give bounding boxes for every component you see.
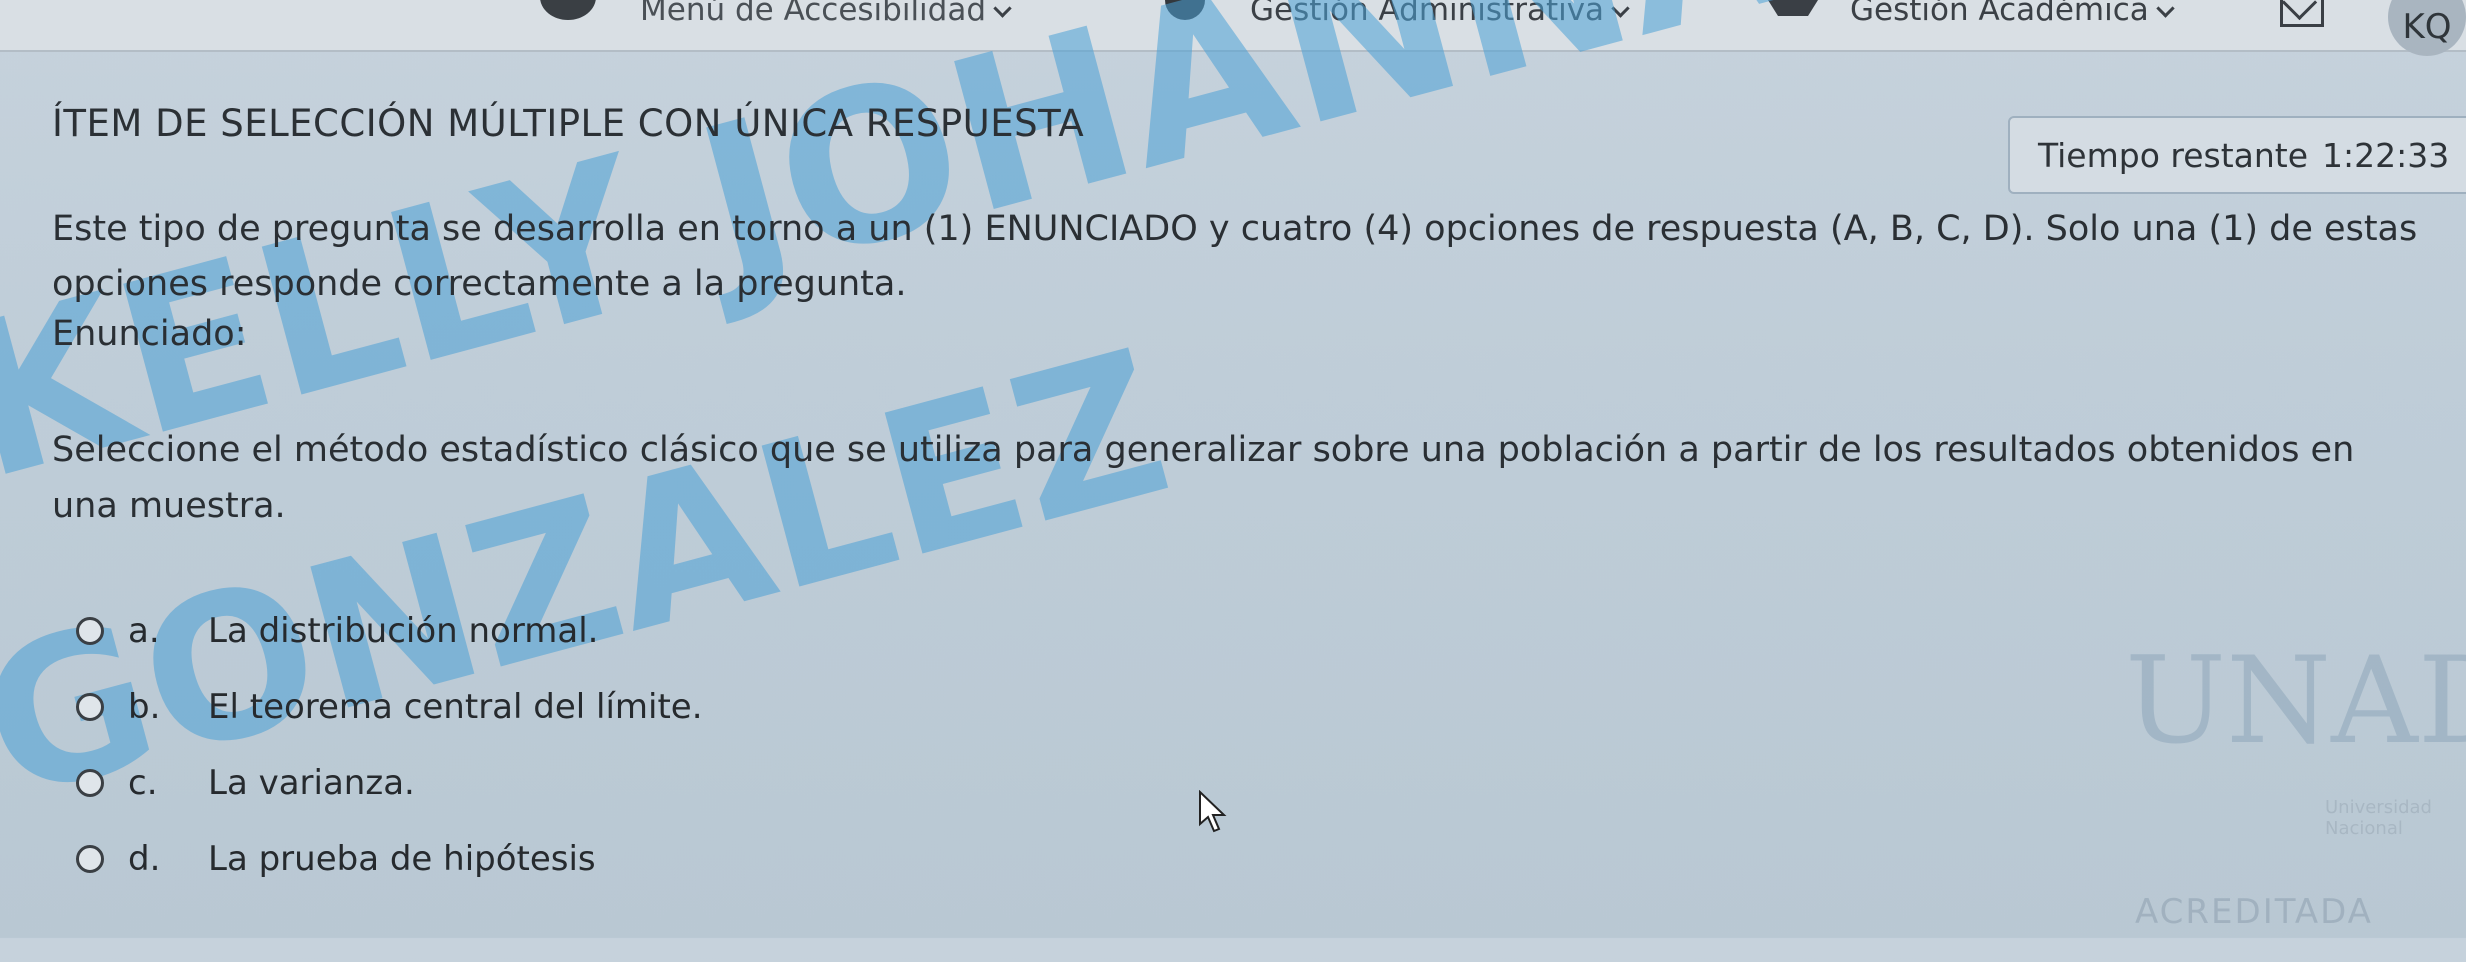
mouse-cursor-icon bbox=[1199, 790, 1227, 833]
user-avatar[interactable]: KQ bbox=[2388, 0, 2466, 56]
unad-logo-subtitle: Universidad Nacional bbox=[2325, 797, 2432, 839]
messages-icon[interactable] bbox=[2280, 0, 2324, 27]
academic-menu[interactable]: Gestión Académica bbox=[1850, 0, 2175, 28]
site-logo-icon[interactable] bbox=[540, 0, 596, 20]
option-letter: b. bbox=[128, 687, 161, 727]
accessibility-menu-label: Menú de Accesibilidad bbox=[640, 0, 987, 28]
accessibility-menu[interactable]: Menú de Accesibilidad bbox=[640, 0, 1012, 28]
instructions-text: Este tipo de pregunta se desarrolla en t… bbox=[52, 209, 2418, 304]
option-letter: c. bbox=[128, 763, 158, 803]
quiz-content: KELLY JOHANNA QUINTERO GONZALEZ ÍTEM DE … bbox=[0, 0, 2466, 938]
option-text: El teorema central del límite. bbox=[208, 687, 703, 727]
radio-button-a[interactable] bbox=[76, 617, 104, 645]
question-text: Seleccione el método estadístico clásico… bbox=[52, 430, 2355, 526]
timer-label: Tiempo restante bbox=[2038, 135, 2309, 175]
option-text: La distribución normal. bbox=[208, 611, 599, 651]
user-initials: KQ bbox=[2402, 7, 2452, 47]
timer-value: 1:22:33 bbox=[2322, 135, 2450, 175]
answer-option-c[interactable]: c. La varianza. bbox=[76, 758, 415, 808]
answer-option-a[interactable]: a. La distribución normal. bbox=[76, 606, 598, 656]
top-navigation-bar: Menú de Accesibilidad Gestión Administra… bbox=[0, 0, 2466, 56]
academic-menu-label: Gestión Académica bbox=[1850, 0, 2149, 28]
timer-box: Tiempo restante 1:22:33 bbox=[2008, 116, 2466, 194]
accreditation-badge: ACREDITADA bbox=[2135, 892, 2373, 932]
chevron-down-icon bbox=[993, 0, 1012, 18]
chevron-down-icon bbox=[2156, 0, 2175, 18]
unad-logo: UNAD Universidad Nacional ACREDITADA bbox=[2125, 582, 2466, 962]
statement-label: Enunciado: bbox=[52, 314, 247, 354]
option-text: La varianza. bbox=[208, 763, 415, 803]
answer-option-d[interactable]: d. La prueba de hipótesis bbox=[76, 834, 596, 884]
radio-button-d[interactable] bbox=[76, 845, 104, 873]
radio-button-c[interactable] bbox=[76, 769, 104, 797]
answer-option-b[interactable]: b. El teorema central del límite. bbox=[76, 682, 703, 732]
option-letter: a. bbox=[128, 611, 160, 651]
graduation-cap-icon bbox=[1768, 0, 1818, 16]
question-type-title: ÍTEM DE SELECCIÓN MÚLTIPLE CON ÚNICA RES… bbox=[52, 102, 1085, 145]
option-letter: d. bbox=[128, 839, 161, 879]
unad-logo-mark: UNAD bbox=[2125, 632, 2466, 771]
option-text: La prueba de hipótesis bbox=[208, 839, 596, 879]
admin-icon bbox=[1165, 0, 1205, 20]
radio-button-b[interactable] bbox=[76, 693, 104, 721]
admin-menu[interactable]: Gestión Administrativa bbox=[1250, 0, 1630, 28]
chevron-down-icon bbox=[1611, 0, 1630, 18]
admin-menu-label: Gestión Administrativa bbox=[1250, 0, 1605, 28]
